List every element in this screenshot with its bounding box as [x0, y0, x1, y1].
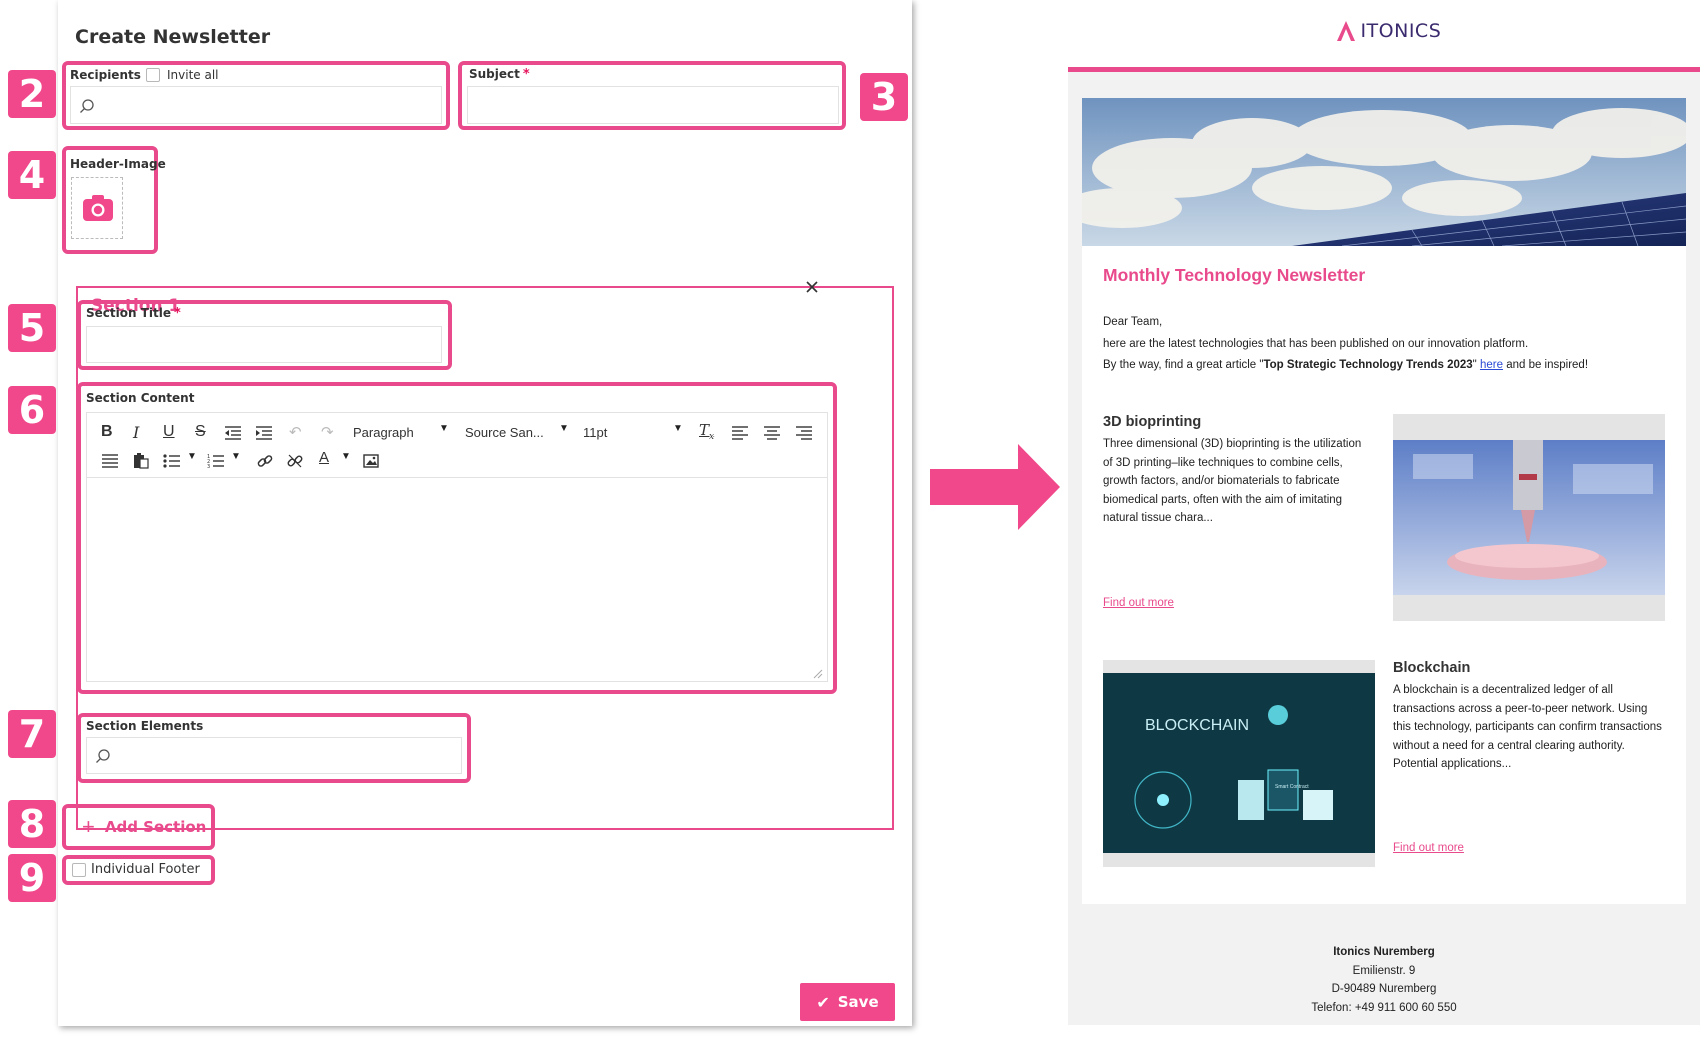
plus-icon: +: [82, 814, 95, 839]
itonics-logo: ITONICS: [1336, 20, 1441, 42]
redo-icon[interactable]: ↷: [321, 423, 334, 441]
recipients-search-input[interactable]: [70, 86, 442, 124]
article-line: By the way, find a great article "Top St…: [1103, 359, 1589, 371]
step-badge: 6: [8, 386, 56, 434]
arrow-head: [1018, 444, 1060, 530]
chevron-down-icon[interactable]: ▼: [341, 451, 351, 462]
clear-format-icon[interactable]: Tx: [699, 421, 714, 442]
paste-icon[interactable]: [133, 452, 149, 469]
numbered-list-icon[interactable]: 123: [207, 454, 225, 468]
undo-icon[interactable]: ↶: [289, 423, 302, 441]
editor-content-area[interactable]: [87, 478, 827, 681]
italic-icon[interactable]: I: [133, 423, 139, 442]
resize-handle-icon[interactable]: [813, 669, 823, 679]
item-heading: Blockchain: [1393, 660, 1471, 676]
align-left-icon[interactable]: [731, 426, 749, 440]
font-family-select[interactable]: Source San...: [465, 425, 544, 440]
chevron-down-icon[interactable]: ▼: [187, 451, 197, 462]
chevron-down-icon[interactable]: ▼: [439, 423, 449, 434]
intro-text: here are the latest technologies that ha…: [1103, 337, 1529, 350]
search-icon: [96, 749, 110, 763]
page-title: Create Newsletter: [75, 26, 271, 48]
footer-street: Emilienstr. 9: [1352, 964, 1416, 977]
check-icon: ✔: [816, 992, 830, 1012]
smart-contract-label: Smart Contract: [1275, 784, 1309, 790]
bold-icon[interactable]: B: [101, 423, 113, 441]
subject-label: Subject *: [469, 67, 530, 82]
item-heading: 3D bioprinting: [1103, 414, 1202, 430]
step-badge: 2: [8, 70, 56, 118]
save-button[interactable]: ✔ Save: [800, 983, 895, 1021]
header-image-upload[interactable]: [71, 177, 123, 239]
section-elements-search-input[interactable]: [86, 737, 462, 774]
align-center-icon[interactable]: [763, 426, 781, 440]
outdent-icon[interactable]: [224, 426, 242, 440]
save-label: Save: [837, 993, 879, 1011]
underline-icon[interactable]: U: [163, 423, 175, 441]
justify-icon[interactable]: [101, 454, 119, 468]
blockchain-image-label: BLOCKCHAIN: [1145, 717, 1249, 734]
image-icon[interactable]: [363, 454, 379, 468]
block-format-select[interactable]: Paragraph: [353, 425, 414, 440]
step-badge: 4: [8, 151, 56, 199]
recipients-label: Recipients: [70, 68, 141, 82]
step-badge: 3: [860, 73, 908, 121]
text-color-icon[interactable]: A: [319, 449, 329, 466]
svg-text:3: 3: [207, 464, 210, 468]
item-body: A blockchain is a decentralized ledger o…: [1393, 684, 1662, 770]
indent-icon[interactable]: [255, 426, 273, 440]
section-title-label: Section Title *: [86, 306, 181, 321]
header-image: [1082, 98, 1686, 246]
find-out-more-link[interactable]: Find out more: [1103, 597, 1174, 609]
add-section-button[interactable]: + Add Section: [70, 810, 208, 844]
chevron-down-icon[interactable]: ▼: [231, 451, 241, 462]
newsletter-accent-bar: [1068, 67, 1700, 72]
step-badge: 8: [8, 800, 56, 848]
step-badge: 5: [8, 304, 56, 352]
chevron-down-icon[interactable]: ▼: [673, 423, 683, 434]
section-title-input[interactable]: [86, 326, 442, 363]
find-out-more-link[interactable]: Find out more: [1393, 842, 1464, 854]
link-icon[interactable]: [257, 453, 273, 469]
section-elements-label: Section Elements: [86, 719, 204, 733]
invite-all-checkbox[interactable]: [146, 68, 160, 82]
strikethrough-icon[interactable]: S: [195, 423, 206, 441]
newsletter-intro: Dear Team, here are the latest technolog…: [1103, 313, 1673, 375]
step-badge: 7: [8, 710, 56, 758]
newsletter-title: Monthly Technology Newsletter: [1103, 265, 1366, 285]
close-icon[interactable]: [805, 280, 819, 294]
step-badge: 9: [8, 854, 56, 902]
newsletter-footer: Itonics Nuremberg Emilienstr. 9 D-90489 …: [1068, 943, 1700, 1017]
bullet-list-icon[interactable]: [163, 454, 181, 468]
footer-city: D-90489 Nuremberg: [1331, 983, 1437, 995]
rich-text-editor: B I U S ↶ ↷ Paragraph ▼ Source San... ▼ …: [86, 412, 828, 682]
camera-icon: [83, 195, 113, 221]
subject-input[interactable]: [467, 86, 839, 124]
unlink-icon[interactable]: [287, 453, 303, 469]
bioprinting-image: [1393, 414, 1665, 621]
item-body: Three dimensional (3D) bioprinting is th…: [1103, 438, 1362, 524]
invite-all-label: Invite all: [167, 68, 219, 82]
footer-company: Itonics Nuremberg: [1333, 946, 1435, 958]
blockchain-image: BLOCKCHAIN Smart Contract: [1103, 660, 1375, 867]
header-image-label: Header-Image: [70, 157, 166, 171]
add-section-label: Add Section: [104, 818, 207, 836]
greeting-text: Dear Team,: [1103, 316, 1163, 328]
individual-footer-checkbox[interactable]: [72, 863, 86, 877]
article-link[interactable]: here: [1480, 359, 1503, 371]
font-size-select[interactable]: 11pt: [583, 425, 607, 440]
arrow-right-icon: [930, 469, 1018, 505]
align-right-icon[interactable]: [795, 426, 813, 440]
individual-footer-label: Individual Footer: [91, 862, 200, 877]
search-icon: [80, 99, 94, 113]
footer-phone: Telefon: +49 911 600 60 550: [1311, 1001, 1457, 1014]
chevron-down-icon[interactable]: ▼: [559, 423, 569, 434]
logo-mark-icon: [1337, 21, 1355, 41]
section-content-label: Section Content: [86, 391, 195, 405]
